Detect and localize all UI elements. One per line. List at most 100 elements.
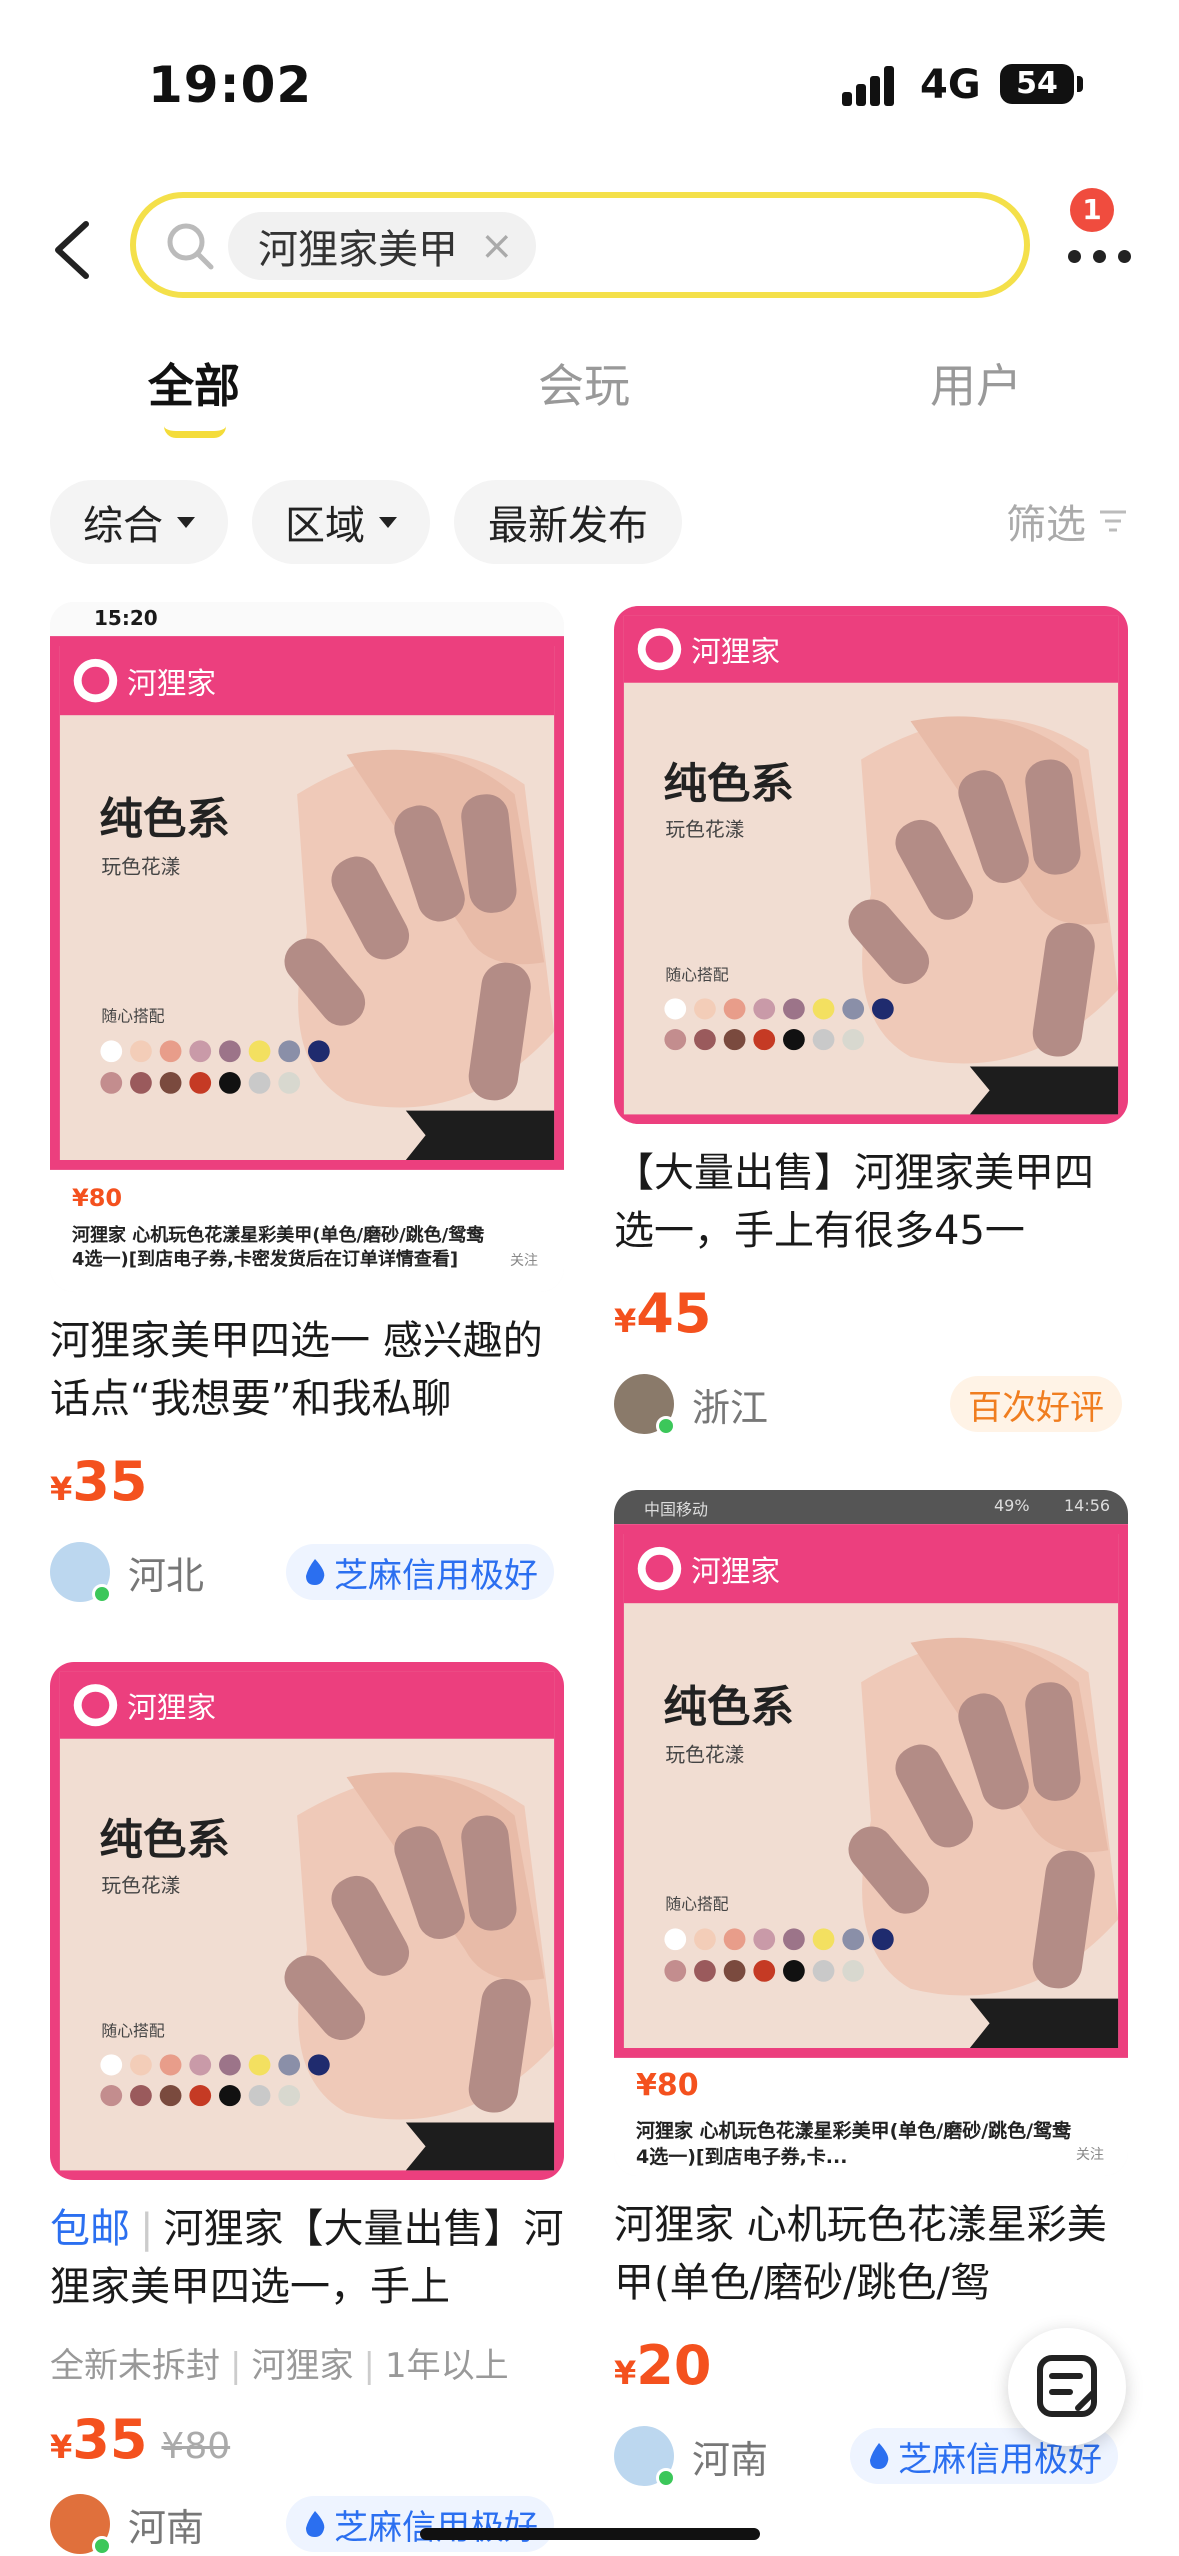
separator: | <box>140 2206 154 2252</box>
product-title[interactable]: 包邮 | 河狸家【大量出售】河狸家美甲四选一，手上 <box>50 2200 564 2316</box>
tab-play[interactable]: 会玩 <box>538 350 630 416</box>
price-value: 20 <box>636 2334 712 2397</box>
credit-badge-text: 芝麻信用极好 <box>334 1555 538 1596</box>
filter-region[interactable]: 区域 <box>252 480 430 564</box>
signal-icon <box>842 66 904 106</box>
screenshot-desc: 河狸家 心机玩色花漾星彩美甲(单色/磨砂/跳色/鸳鸯4选一)[到店电子券,卡密发… <box>72 1225 485 1270</box>
credit-badge: 芝麻信用极好 <box>286 1544 554 1600</box>
avatar[interactable] <box>614 1374 676 1436</box>
screenshot-status-bar: 15:20 <box>50 602 564 636</box>
avatar[interactable] <box>614 2426 676 2488</box>
brand-tag: 河狸家 <box>251 2346 354 2386</box>
tab-users[interactable]: 用户 <box>930 350 1022 416</box>
screenshot-product-info: ¥80 河狸家 心机玩色花漾星彩美甲(单色/磨砂/跳色/鸳鸯4选一)[到店电子券… <box>50 1170 564 1292</box>
seller-location: 河南 <box>692 2437 769 2482</box>
screenshot-carrier: 中国移动 <box>644 1500 709 1519</box>
search-query-text: 河狸家美甲 <box>258 227 458 273</box>
original-price: ¥80 <box>161 2426 231 2467</box>
avatar[interactable] <box>50 1542 112 1604</box>
notification-badge: 1 <box>1070 188 1114 232</box>
screenshot-price: ¥80 <box>636 2068 699 2103</box>
product-card[interactable]: 包邮 | 河狸家【大量出售】河狸家美甲四选一，手上 全新未拆封 | 河狸家 | 1年以上 ¥… <box>50 1662 564 2556</box>
product-price: ¥20 <box>614 2334 711 2397</box>
seller-location: 河南 <box>128 2505 205 2550</box>
product-image[interactable] <box>50 1662 564 2180</box>
product-image[interactable]: 15:20 ¥80 河狸家 心机玩色花漾星彩美甲(单色/磨砂/跳色/鸳鸯4选一)… <box>50 602 564 1292</box>
online-dot <box>92 1584 112 1604</box>
filter-latest[interactable]: 最新发布 <box>454 480 682 564</box>
product-title[interactable]: 河狸家 心机玩色花漾星彩美甲(单色/磨砂/跳色/鸳 <box>614 2196 1128 2312</box>
search-header: 河狸家美甲 × 1 <box>0 180 1179 320</box>
credit-badge: 芝麻信用极好 <box>286 2496 554 2552</box>
product-image[interactable] <box>614 606 1128 1124</box>
price-currency: ¥ <box>614 2354 637 2392</box>
product-price: ¥35 ¥80 <box>50 2408 230 2471</box>
flame-icon <box>306 2511 325 2537</box>
screenshot-time: 15:20 <box>94 606 158 630</box>
home-indicator[interactable] <box>420 2528 760 2540</box>
flame-icon <box>870 2443 889 2469</box>
filter-sort-label: 综合 <box>83 503 163 549</box>
product-price: ¥35 <box>50 1450 147 1513</box>
nail-promo-image <box>50 1662 564 2180</box>
price-value: 35 <box>72 1450 148 1513</box>
battery-tip <box>1077 76 1083 92</box>
online-dot <box>92 2536 112 2556</box>
product-title[interactable]: 【大量出售】河狸家美甲四选一，手上有很多45一 <box>614 1144 1128 1260</box>
seller-info[interactable]: 浙江 <box>614 1374 768 1436</box>
product-title[interactable]: 河狸家美甲四选一 感兴趣的话点“我想要”和我私聊 <box>50 1312 564 1428</box>
separator: | <box>363 2346 375 2386</box>
back-icon[interactable] <box>48 220 98 280</box>
product-price: ¥45 <box>614 1282 711 1345</box>
screenshot-battery: 49% <box>994 1496 1030 1515</box>
seller-info[interactable]: 河南 <box>50 2494 205 2556</box>
status-bar: 19:02 4G 54 <box>0 0 1179 170</box>
follow-label: 关注 <box>1076 2147 1104 2163</box>
filter-sort[interactable]: 综合 <box>50 480 228 564</box>
more-icon <box>1068 250 1132 264</box>
price-currency: ¥ <box>50 1470 73 1508</box>
nail-promo-image <box>614 606 1128 1124</box>
review-badge: 百次好评 <box>950 1376 1122 1432</box>
screenshot-desc: 河狸家 心机玩色花漾星彩美甲(单色/磨砂/跳色/鸳鸯4选一)[到店电子券,卡..… <box>636 2120 1072 2168</box>
funnel-icon <box>1100 510 1126 532</box>
search-input[interactable]: 河狸家美甲 × <box>130 192 1030 298</box>
battery-icon: 54 <box>1000 64 1074 104</box>
nail-promo-image <box>614 1524 1128 2058</box>
edit-note-icon <box>1037 2355 1097 2417</box>
online-dot <box>656 2468 676 2488</box>
seller-info[interactable]: 河北 <box>50 1542 205 1604</box>
online-dot <box>656 1416 676 1436</box>
product-meta: 全新未拆封 | 河狸家 | 1年以上 <box>50 2338 509 2387</box>
caret-down-icon <box>177 516 195 528</box>
more-button[interactable]: 1 <box>1060 188 1160 298</box>
flame-icon <box>306 1559 325 1585</box>
search-query-chip[interactable]: 河狸家美甲 × <box>228 212 536 280</box>
filter-bar: 综合 区域 最新发布 筛选 <box>0 472 1179 572</box>
screenshot-status-bar: 中国移动 49% 14:56 <box>614 1490 1128 1524</box>
seller-location: 河北 <box>128 1553 205 1598</box>
follow-label: 关注 <box>510 1253 538 1269</box>
floating-feedback-button[interactable] <box>1008 2328 1126 2446</box>
free-shipping-tag: 包邮 <box>50 2206 130 2252</box>
avatar[interactable] <box>50 2494 112 2556</box>
product-image[interactable]: 中国移动 49% 14:56 ¥80 河狸家 心机玩色花漾星彩美甲(单色/磨砂/… <box>614 1490 1128 2176</box>
network-label: 4G <box>920 62 981 108</box>
tab-all[interactable]: 全部 <box>148 350 240 416</box>
seller-info[interactable]: 河南 <box>614 2426 769 2488</box>
filter-region-label: 区域 <box>285 503 365 549</box>
nail-promo-image <box>50 636 564 1170</box>
product-card[interactable]: 【大量出售】河狸家美甲四选一，手上有很多45一 ¥45 浙江 百次好评 <box>614 606 1128 1446</box>
screenshot-price: ¥80 <box>72 1184 123 1212</box>
filter-screen-label: 筛选 <box>1006 502 1086 548</box>
price-value: 45 <box>636 1282 712 1345</box>
filter-screen[interactable]: 筛选 <box>1006 492 1130 550</box>
result-tabs: 全部 会玩 用户 <box>0 340 1179 450</box>
search-icon <box>167 223 214 270</box>
screenshot-time: 14:56 <box>1064 1496 1111 1515</box>
separator: | <box>230 2346 242 2386</box>
product-card[interactable]: 15:20 ¥80 河狸家 心机玩色花漾星彩美甲(单色/磨砂/跳色/鸳鸯4选一)… <box>50 602 564 1604</box>
clear-query-icon[interactable]: × <box>480 223 514 269</box>
status-time: 19:02 <box>148 56 313 114</box>
credit-badge-text: 芝麻信用极好 <box>334 2500 538 2549</box>
